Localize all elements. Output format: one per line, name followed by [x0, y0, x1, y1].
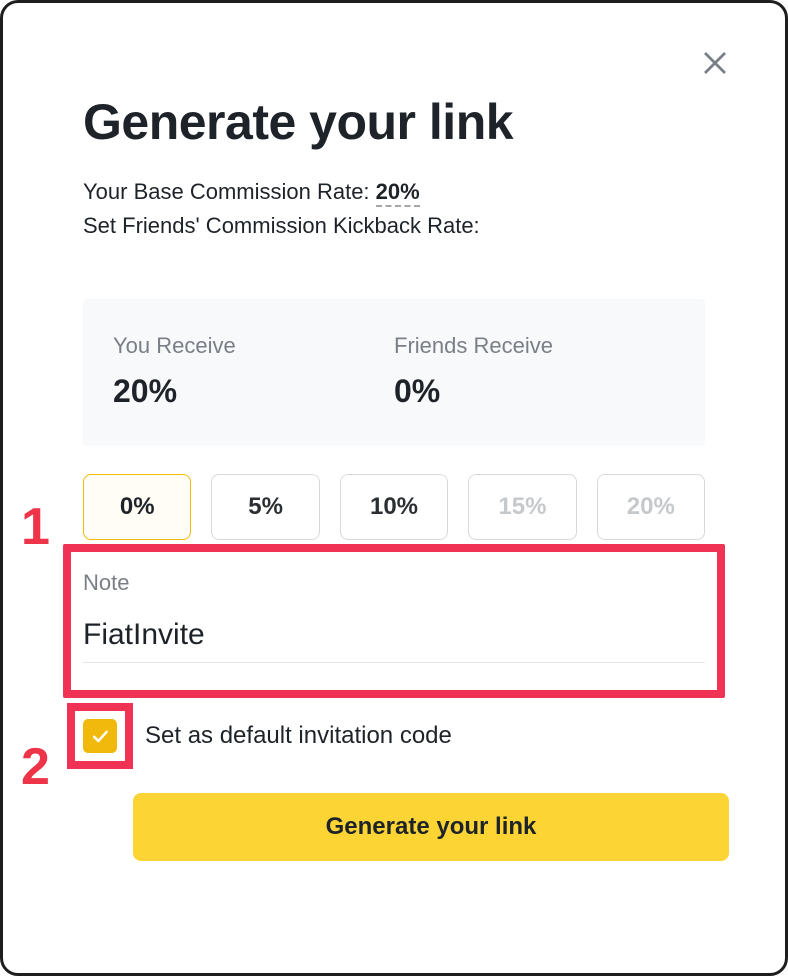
generate-link-modal: Generate your link Your Base Commission …: [0, 0, 788, 976]
note-label: Note: [83, 552, 705, 596]
kickback-option-0[interactable]: 0%: [83, 474, 191, 540]
kickback-option-10[interactable]: 10%: [340, 474, 448, 540]
note-section: Note: [83, 552, 705, 663]
default-code-checkbox[interactable]: [83, 719, 117, 753]
kickback-options: 0% 5% 10% 15% 20%: [83, 474, 705, 540]
default-code-label: Set as default invitation code: [145, 722, 452, 750]
close-icon: [700, 48, 730, 78]
check-icon: [90, 726, 110, 746]
you-receive-value: 20%: [113, 373, 394, 410]
commission-split-box: You Receive 20% Friends Receive 0%: [83, 299, 705, 446]
annotation-number-2: 2: [21, 737, 50, 797]
generate-link-button[interactable]: Generate your link: [133, 793, 729, 861]
default-code-row: Set as default invitation code: [83, 719, 705, 753]
base-rate-value: 20%: [376, 179, 420, 207]
friends-receive-col: Friends Receive 0%: [394, 333, 675, 410]
modal-title: Generate your link: [83, 93, 705, 151]
kickback-option-20: 20%: [597, 474, 705, 540]
friends-receive-label: Friends Receive: [394, 333, 675, 359]
base-rate-line: Your Base Commission Rate: 20%: [83, 175, 705, 209]
you-receive-col: You Receive 20%: [113, 333, 394, 410]
close-button[interactable]: [695, 43, 735, 83]
modal-content: Generate your link Your Base Commission …: [3, 3, 785, 861]
annotation-number-1: 1: [21, 497, 50, 557]
kickback-rate-label: Set Friends' Commission Kickback Rate:: [83, 209, 705, 243]
you-receive-label: You Receive: [113, 333, 394, 359]
kickback-option-15: 15%: [468, 474, 576, 540]
base-rate-label: Your Base Commission Rate:: [83, 179, 370, 204]
note-input[interactable]: [83, 618, 705, 663]
friends-receive-value: 0%: [394, 373, 675, 410]
kickback-option-5[interactable]: 5%: [211, 474, 319, 540]
